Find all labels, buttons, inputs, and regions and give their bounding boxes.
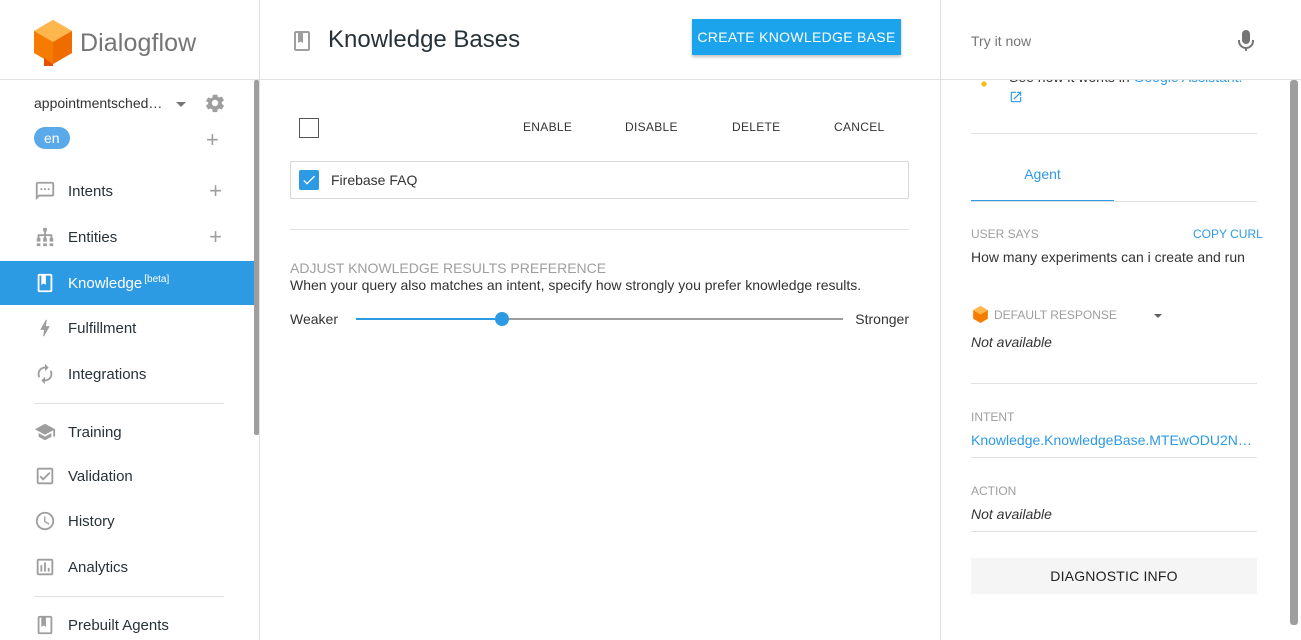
sidebar-item-label: Prebuilt Agents xyxy=(68,616,169,634)
slider-fill xyxy=(356,318,503,320)
try-it-now-bar: Try it now xyxy=(941,0,1301,80)
sidebar-item-history[interactable]: History xyxy=(0,499,254,543)
dialogflow-logo[interactable]: Dialogflow xyxy=(34,20,196,66)
clock-icon xyxy=(35,511,55,531)
book-icon xyxy=(37,273,53,293)
divider xyxy=(971,133,1257,134)
divider xyxy=(971,383,1257,384)
cancel-button[interactable]: CANCEL xyxy=(834,120,884,134)
intent-link[interactable]: Knowledge.KnowledgeBase.MTEwODU2NzQ… xyxy=(971,432,1257,448)
divider xyxy=(290,229,909,230)
knowledge-base-checkbox[interactable] xyxy=(299,170,319,190)
chevron-down-icon[interactable] xyxy=(1154,314,1162,318)
external-link-icon[interactable] xyxy=(1009,90,1023,104)
sidebar-item-label: Fulfillment xyxy=(68,319,137,337)
add-entity-icon[interactable]: + xyxy=(209,224,222,250)
sidebar-item-intents[interactable]: Intents + xyxy=(0,169,254,213)
bar-chart-icon xyxy=(36,558,54,576)
delete-button[interactable]: DELETE xyxy=(732,120,780,134)
default-response-selector[interactable]: DEFAULT RESPONSE xyxy=(973,306,1117,323)
add-intent-icon[interactable]: + xyxy=(209,178,222,204)
graduation-cap-icon xyxy=(34,423,56,441)
action-label: ACTION xyxy=(971,484,1017,498)
divider xyxy=(0,79,259,80)
sidebar-scrollbar[interactable] xyxy=(254,80,259,435)
chevron-down-icon[interactable] xyxy=(176,102,186,107)
console-scrollbar[interactable] xyxy=(1290,80,1298,625)
test-console: Try it now See how it works in Google As… xyxy=(940,0,1301,640)
chat-icon xyxy=(35,181,55,201)
sidebar-item-fulfillment[interactable]: Fulfillment xyxy=(0,306,254,350)
divider xyxy=(971,531,1257,532)
default-response-label: DEFAULT RESPONSE xyxy=(994,307,1117,322)
beta-badge: [beta] xyxy=(144,274,170,285)
sidebar-item-label: Validation xyxy=(68,467,133,485)
book-icon xyxy=(294,31,310,51)
dialogflow-logo-icon xyxy=(34,20,72,66)
default-response-value: Not available xyxy=(971,334,1052,350)
sidebar-item-entities[interactable]: Entities + xyxy=(0,215,254,259)
sidebar-item-label: Intents xyxy=(68,182,114,200)
preference-description: When your query also matches an intent, … xyxy=(290,277,862,293)
preference-title: ADJUST KNOWLEDGE RESULTS PREFERENCE xyxy=(290,260,607,276)
agent-selector[interactable]: appointmentsched… xyxy=(34,92,226,114)
preference-slider: Weaker Stronger xyxy=(290,309,909,329)
refresh-icon xyxy=(37,363,53,385)
enable-button[interactable]: ENABLE xyxy=(523,120,572,134)
sidebar-item-prebuilt-agents[interactable]: Prebuilt Agents xyxy=(0,603,254,640)
bolt-icon xyxy=(40,319,50,337)
slider-track[interactable] xyxy=(356,312,843,326)
sidebar: Dialogflow appointmentsched… en + Intent… xyxy=(0,0,260,640)
sidebar-item-analytics[interactable]: Analytics xyxy=(0,545,254,589)
slider-max-label: Stronger xyxy=(855,311,909,327)
intent-label: INTENT xyxy=(971,410,1015,424)
tab-agent[interactable]: Agent xyxy=(971,166,1114,202)
app-name: Dialogflow xyxy=(80,28,197,57)
sidebar-item-label: Integrations xyxy=(68,365,147,383)
list-item[interactable]: Firebase FAQ xyxy=(290,161,909,199)
check-icon xyxy=(303,175,315,185)
divider xyxy=(971,457,1257,458)
main-content: Knowledge Bases CREATE KNOWLEDGE BASE EN… xyxy=(260,0,940,640)
divider xyxy=(34,596,224,597)
disable-button[interactable]: DISABLE xyxy=(625,120,678,134)
try-it-now-input[interactable]: Try it now xyxy=(971,33,1031,49)
language-badge[interactable]: en xyxy=(34,127,70,149)
main-header: Knowledge Bases CREATE KNOWLEDGE BASE xyxy=(260,0,940,80)
knowledge-base-name[interactable]: Firebase FAQ xyxy=(331,172,417,188)
dialogflow-logo-icon xyxy=(973,306,988,323)
sidebar-item-label: Training xyxy=(68,423,122,441)
agent-name: appointmentsched… xyxy=(34,95,163,111)
copy-curl-button[interactable]: COPY CURL xyxy=(1193,227,1263,241)
sidebar-item-knowledge[interactable]: Knowledge [beta] xyxy=(0,261,254,305)
user-says-label: USER SAYS xyxy=(971,227,1039,241)
sidebar-item-training[interactable]: Training xyxy=(0,410,254,454)
diagnostic-info-button[interactable]: DIAGNOSTIC INFO xyxy=(971,558,1257,594)
sidebar-item-label: Entities xyxy=(68,228,118,246)
slider-thumb[interactable] xyxy=(495,312,510,326)
gear-icon[interactable] xyxy=(204,92,226,114)
hierarchy-icon xyxy=(36,227,54,247)
language-row: en + xyxy=(34,127,226,151)
sidebar-item-label: History xyxy=(68,512,115,530)
create-knowledge-base-button[interactable]: CREATE KNOWLEDGE BASE xyxy=(692,19,901,55)
user-says-value: How many experiments can i create and ru… xyxy=(971,249,1245,265)
action-value: Not available xyxy=(971,506,1052,522)
divider xyxy=(971,201,1257,202)
slider-min-label: Weaker xyxy=(290,311,338,327)
sidebar-item-validation[interactable]: Validation xyxy=(0,454,254,498)
sidebar-item-label: Analytics xyxy=(68,558,129,576)
book-icon xyxy=(37,615,53,635)
page-title: Knowledge Bases xyxy=(328,26,521,53)
add-language-icon[interactable]: + xyxy=(206,129,219,151)
select-all-checkbox[interactable] xyxy=(299,118,319,138)
divider xyxy=(34,403,224,404)
knowledge-toolbar: ENABLE DISABLE DELETE CANCEL xyxy=(290,110,909,146)
sidebar-item-integrations[interactable]: Integrations xyxy=(0,352,254,396)
microphone-icon[interactable] xyxy=(1238,30,1254,52)
check-square-icon xyxy=(36,467,54,485)
sidebar-item-label: Knowledge [beta] xyxy=(68,274,170,292)
